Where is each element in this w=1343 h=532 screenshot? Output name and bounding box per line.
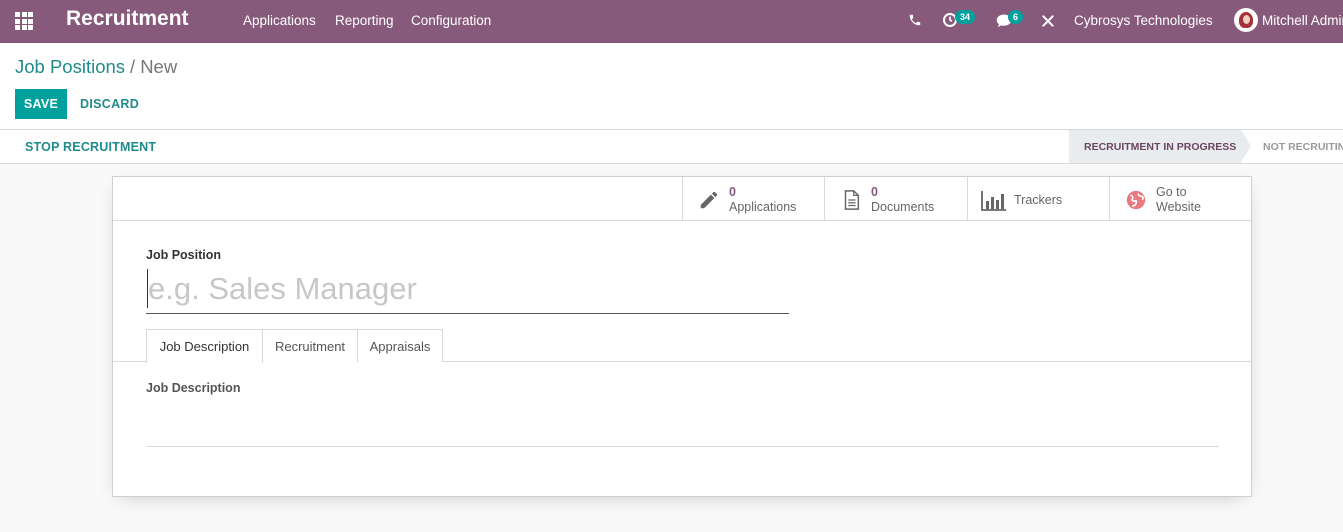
stop-recruitment-button[interactable]: STOP RECRUITMENT (25, 140, 156, 154)
applications-label: Applications (729, 200, 797, 214)
top-navbar: Recruitment Applications Reporting Confi… (0, 0, 1343, 43)
apps-menu-icon[interactable] (15, 12, 33, 30)
trackers-smart-button[interactable]: Trackers (967, 177, 1109, 221)
activity-badge: 34 (955, 10, 976, 24)
menu-configuration[interactable]: Configuration (411, 13, 491, 28)
website-smart-button[interactable]: Go to Website (1109, 177, 1251, 221)
document-icon (844, 190, 860, 210)
discard-button[interactable]: DISCARD (80, 97, 139, 111)
applications-smart-button[interactable]: 0 Applications (682, 177, 825, 221)
breadcrumb: Job Positions / New (15, 56, 177, 78)
form-tabs: Job Description Recruitment Appraisals (113, 329, 1251, 363)
applications-count: 0 (729, 185, 736, 199)
trackers-label: Trackers (1014, 193, 1063, 207)
text-cursor (147, 269, 148, 308)
stage-arrow (1241, 130, 1251, 162)
company-switcher[interactable]: Cybrosys Technologies (1074, 13, 1213, 28)
smart-button-box: 0 Applications 0 Documents Trackers Go t… (113, 177, 1251, 221)
menu-applications[interactable]: Applications (243, 13, 316, 28)
stage-recruitment-in-progress[interactable]: RECRUITMENT IN PROGRESS (1069, 130, 1241, 163)
website-label-line1: Go to (1156, 185, 1187, 199)
save-button[interactable]: SAVE (15, 89, 67, 119)
status-bar: STOP RECRUITMENT RECRUITMENT IN PROGRESS… (0, 130, 1343, 164)
tab-appraisals[interactable]: Appraisals (357, 329, 443, 362)
job-description-editor[interactable] (146, 446, 1219, 447)
bar-chart-icon (981, 191, 1006, 211)
documents-label: Documents (871, 200, 935, 214)
menu-reporting[interactable]: Reporting (335, 13, 394, 28)
debug-tools-icon[interactable] (1041, 14, 1055, 28)
documents-smart-button[interactable]: 0 Documents (824, 177, 967, 221)
documents-count: 0 (871, 185, 878, 199)
website-label-line2: Website (1156, 200, 1201, 214)
globe-icon (1126, 190, 1146, 210)
messages-badge: 6 (1008, 10, 1024, 24)
app-title: Recruitment (66, 7, 189, 30)
job-position-input[interactable] (146, 265, 789, 314)
breadcrumb-current: New (140, 56, 178, 77)
user-menu[interactable]: Mitchell Admin (1262, 13, 1343, 28)
pencil-icon (700, 191, 718, 209)
tab-job-description[interactable]: Job Description (146, 329, 263, 363)
job-description-label: Job Description (146, 381, 241, 395)
control-panel: Job Positions / New SAVE DISCARD (0, 43, 1343, 130)
tab-recruitment[interactable]: Recruitment (262, 329, 358, 362)
breadcrumb-separator: / (130, 56, 136, 77)
phone-icon[interactable] (908, 13, 922, 27)
job-position-label: Job Position (146, 248, 221, 262)
stage-not-recruiting[interactable]: NOT RECRUITING (1263, 130, 1343, 163)
breadcrumb-job-positions[interactable]: Job Positions (15, 56, 125, 77)
form-sheet: 0 Applications 0 Documents Trackers Go t… (112, 176, 1252, 497)
user-avatar[interactable] (1234, 8, 1258, 32)
